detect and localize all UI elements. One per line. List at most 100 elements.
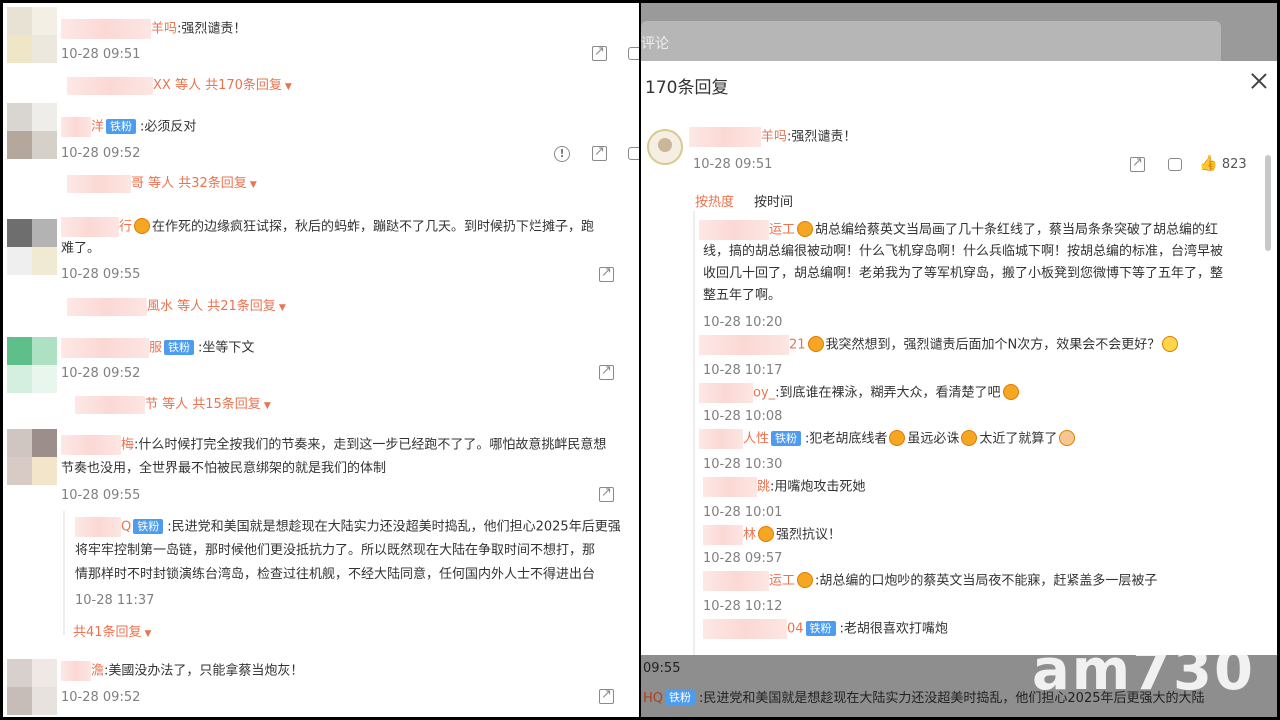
reply-text: :到底谁在裸泳，糊弄大众，看清楚了吧 [775,385,1001,401]
comment-icon[interactable] [628,47,639,60]
username[interactable]: 04 [787,622,804,637]
username[interactable]: 羊吗 [151,22,177,37]
avatar[interactable] [647,129,683,165]
share-icon[interactable] [599,484,614,502]
timestamp: 10-28 09:57 [703,551,783,566]
timestamp: 09:55 [643,661,681,676]
scrollbar[interactable] [1265,155,1271,251]
modal-title: 170条回复 [645,78,729,98]
reply-text: :老胡很喜欢打嘴炮 [839,621,948,637]
comment-icon[interactable] [628,147,639,160]
username[interactable]: 澹 [91,664,104,679]
username[interactable]: 运工 [769,223,795,238]
avatar[interactable] [7,659,57,715]
timestamp: 10-28 09:51 [693,157,773,172]
reply-text: 我突然想到，强烈谴责后面加个N次方，效果会不会更好？ [825,337,1161,353]
like-count: 823 [1221,157,1247,172]
like-button[interactable]: 👍 823 [1199,154,1247,172]
fan-badge: 铁粉 [106,118,137,134]
reply-text-cont: 收回几十回了，胡总编啊！老弟我为了等军机穿岛，搬了小板凳到您微博下等了五年了，整 [703,266,1224,281]
fan-badge: 铁粉 [771,430,802,446]
username[interactable]: oy_ [753,386,775,401]
username[interactable]: 洋 [91,120,104,135]
share-icon[interactable] [599,264,614,282]
expand-arrow-icon[interactable]: ▼ [145,629,152,639]
username[interactable]: 林 [743,528,756,543]
share-icon[interactable] [1130,154,1145,172]
reply-text: :胡总编的口炮吵的蔡英文当局夜不能寐，赶紧盖多一层被子 [815,573,1158,589]
background-comment-bar [641,21,1221,65]
username[interactable]: 运工 [769,574,795,589]
username[interactable]: HQ [643,691,663,706]
avatar[interactable] [7,429,57,485]
reply-summary[interactable]: 节 等人 共15条回复 ▼ [75,395,271,416]
reply-text: 强烈抗议！ [776,527,842,543]
reply-count[interactable]: XX 等人 共170条回复 [153,78,282,93]
reply-text-cont: 将牢牢控制第一岛链，那时候他们更没抵抗力了。所以既然现在大陆在争取时间不想打，那 [75,543,596,558]
username[interactable]: 梅 [121,438,134,453]
avatar[interactable] [7,219,57,275]
comment-icon[interactable] [1168,158,1182,171]
watermark-logo: am730 [1031,638,1255,703]
username[interactable]: Q [121,520,131,535]
username[interactable]: 21 [789,338,806,353]
reply-count[interactable]: 哥 等人 共32条回复 [131,176,247,191]
more-replies[interactable]: 共41条回复 ▼ [73,623,151,644]
close-icon[interactable] [1251,73,1267,89]
sort-tabs: 按热度 按时间 [695,191,813,210]
expand-arrow-icon[interactable]: ▼ [285,82,292,92]
username[interactable]: 跳 [757,480,770,495]
share-icon[interactable] [592,143,607,161]
muscle-icon [889,429,906,446]
tab-time[interactable]: 按时间 [754,191,793,210]
reply-text-cont: 情那样时不时封锁演练台湾岛，检查过往机舰，不经大陆同意，任何国内外人士不得进出台 [75,567,596,582]
share-icon[interactable] [599,686,614,704]
victory-hand-icon [1059,429,1076,446]
username[interactable]: 羊吗 [761,130,787,145]
reply-count[interactable]: 节 等人 共15条回复 [145,397,261,412]
timestamp: 10-28 09:55 [61,267,141,282]
fist-icon [961,429,978,446]
fan-badge: 铁粉 [133,518,164,534]
comment-text: 在作死的边缘疯狂试探，秋后的蚂蚱，蹦跶不了几天。到时候扔下烂摊子，跑 [152,219,595,235]
comment-text: :坐等下文 [198,340,255,356]
username[interactable]: 服 [149,341,162,356]
reply-text-cont: 线，搞的胡总编很被动啊！什么飞机穿岛啊！什么兵临城下啊！按胡总编的标准，台湾早被 [703,244,1224,259]
tab-hot[interactable]: 按热度 [695,191,734,210]
comment-text: :美國没办法了，只能拿蔡当炮灰！ [104,663,304,679]
timestamp: 10-28 10:01 [703,505,783,520]
expand-arrow-icon[interactable]: ▼ [250,180,257,190]
avatar[interactable] [7,103,57,159]
emoji-icon [797,571,814,588]
timestamp: 10-28 09:52 [61,366,141,381]
reply-count[interactable]: 風水 等人 共21条回复 [147,299,276,314]
comment-text-cont: 节奏也没用，全世界最不怕被民意绑架的就是我们的体制 [61,461,387,476]
reply-summary[interactable]: 風水 等人 共21条回复 ▼ [67,297,286,318]
emoji-icon [134,217,151,234]
reply-summary[interactable]: XX 等人 共170条回复 ▼ [67,76,292,97]
avatar[interactable] [7,7,57,63]
avatar[interactable] [7,337,57,393]
username[interactable]: 行 [119,220,132,235]
report-icon[interactable]: ! [554,146,570,162]
timestamp: 10-28 09:52 [61,146,141,161]
timestamp: 10-28 09:52 [61,690,141,705]
timestamp: 10-28 10:08 [703,409,783,424]
emoji-icon [807,335,824,352]
username[interactable]: 人性 [743,432,769,447]
timestamp: 10-28 09:55 [61,488,141,503]
fan-badge: 铁粉 [164,339,195,355]
expand-arrow-icon[interactable]: ▼ [279,303,286,313]
left-comment-panel: 羊吗:强烈谴责！ 10-28 09:51 XX 等人 共170条回复▼ 洋铁粉:… [3,3,639,717]
comment-text: :必须反对 [140,119,197,135]
reply-summary[interactable]: 哥 等人 共32条回复 ▼ [67,174,257,195]
share-icon[interactable] [599,362,614,380]
emoji-icon [1162,335,1179,352]
reply-text-cont: 太近了就算了 [979,431,1058,447]
comment-text: :强烈谴责！ [787,129,857,145]
username-blur[interactable] [61,19,151,39]
reply-text: :犯老胡底线者 [805,431,888,447]
timestamp: 10-28 11:37 [75,593,155,608]
expand-arrow-icon[interactable]: ▼ [264,401,271,411]
share-icon[interactable] [592,43,607,61]
